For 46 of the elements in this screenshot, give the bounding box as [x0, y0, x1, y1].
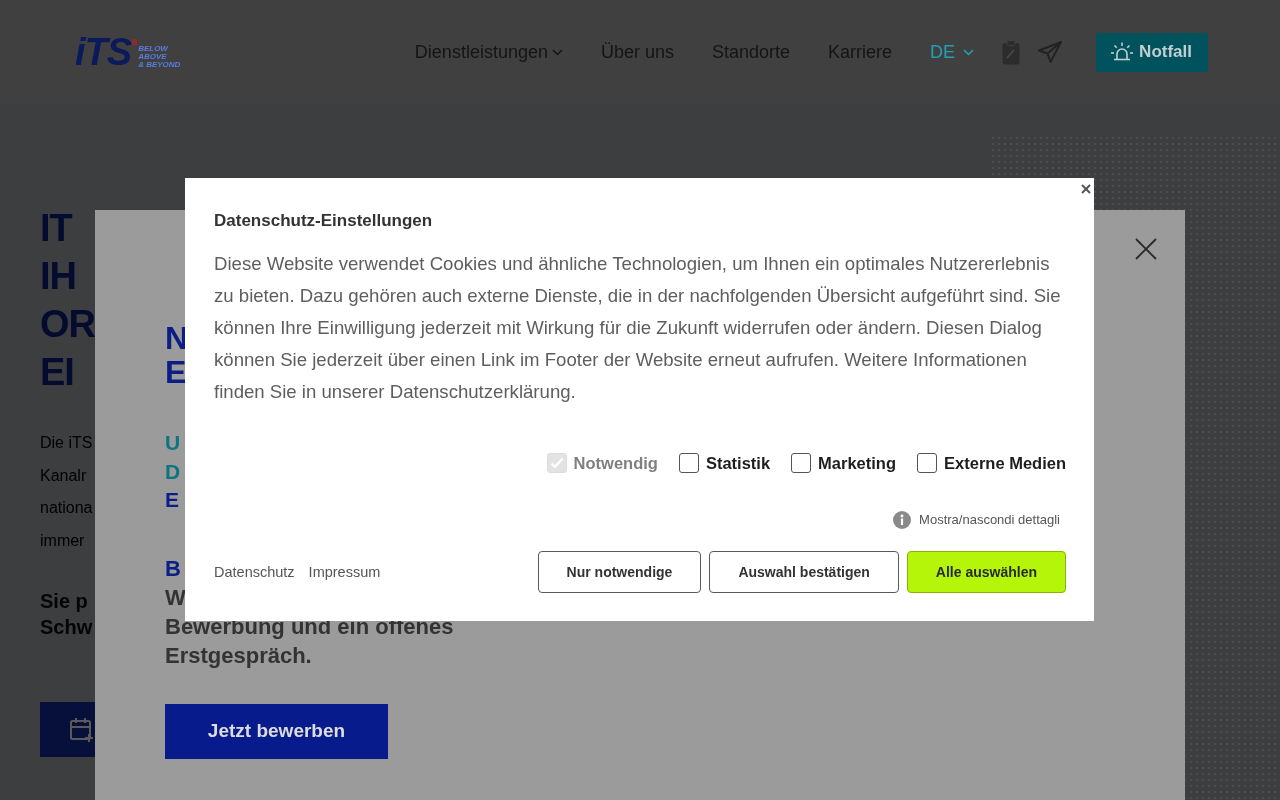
close-icon[interactable] [1081, 184, 1091, 194]
checkbox-label: Notwendig [573, 453, 658, 474]
dialog-text: Diese Website verwendet Cookies und ähnliche Technologien, um Ihnen ein optimales Nutzererlebnis zu bieten. Dazu gehören auch externe Dienste, die in der nachfolgenden Übersicht aufgeführt sind. Sie können Ihre Einwilligung jederzeit mit Wirkung für die Zukunft widerrufen oder ändern. Diesen Dialog können Sie jederzeit über einen Link im Footer der Website erneut aufrufen. Weitere Informationen finden Sie in unserer Datenschutzerklärung. [214, 252, 1062, 404]
bold-text: Sie p [40, 589, 88, 614]
bold-text: B [165, 554, 181, 583]
heading-text: OR [40, 302, 95, 347]
heading-text: IH [40, 254, 76, 299]
heading-text: E [165, 355, 187, 389]
siren-icon [1111, 42, 1134, 62]
footer-link[interactable]: Impressum [308, 564, 381, 580]
paragraph-text: nationa [40, 498, 93, 518]
consent-button[interactable]: Auswahl bestätigen [709, 551, 899, 593]
chevron-down-icon [551, 48, 563, 56]
checkbox-label[interactable]: Externe Medien [944, 451, 1066, 475]
heading-text: IT [40, 206, 72, 251]
checkbox-label[interactable]: Marketing [818, 451, 897, 475]
paragraph-text: Die iTS [40, 433, 93, 453]
calendar-plus-icon [70, 716, 94, 743]
subheading-text: U [165, 430, 181, 456]
bold-text: Schw [40, 615, 93, 640]
apply-button[interactable]: Jetzt bewerben [165, 703, 388, 759]
calendar-button[interactable] [40, 702, 95, 757]
consent-button[interactable]: Nur notwendige [537, 551, 702, 593]
paragraph-text: immer [40, 530, 85, 551]
chevron-down-icon [963, 48, 975, 56]
subheading-text: D [165, 458, 181, 485]
footer-link[interactable]: Datenschutz [214, 564, 295, 580]
dialog-title: Datenschutz-Einstellungen [214, 211, 434, 231]
heading-text: EI [40, 350, 74, 395]
details-toggle[interactable]: Mostra/nascondi dettagli [893, 510, 1060, 530]
bold-text: W [165, 583, 186, 612]
bold-text: Bewerbung und ein offenes [165, 612, 454, 641]
bold-text: Erstgespräch. [165, 641, 312, 670]
clipboard-icon[interactable] [1002, 39, 1021, 65]
paragraph-text: Kanalr [40, 465, 87, 486]
checkbox[interactable] [678, 453, 699, 473]
checkbox-label[interactable]: Statistik [705, 451, 771, 475]
checkbox[interactable] [791, 453, 812, 473]
consent-button[interactable]: Alle auswählen [906, 551, 1066, 593]
close-icon[interactable] [1135, 238, 1157, 260]
subheading-text: E [165, 487, 179, 513]
info-icon [893, 511, 912, 529]
square-mark-icon [132, 39, 138, 45]
logo-tagline: BELOW ABOVE & BEYOND [138, 45, 181, 69]
emergency-button[interactable]: Notfall [1096, 32, 1208, 72]
checkbox[interactable] [917, 453, 938, 473]
